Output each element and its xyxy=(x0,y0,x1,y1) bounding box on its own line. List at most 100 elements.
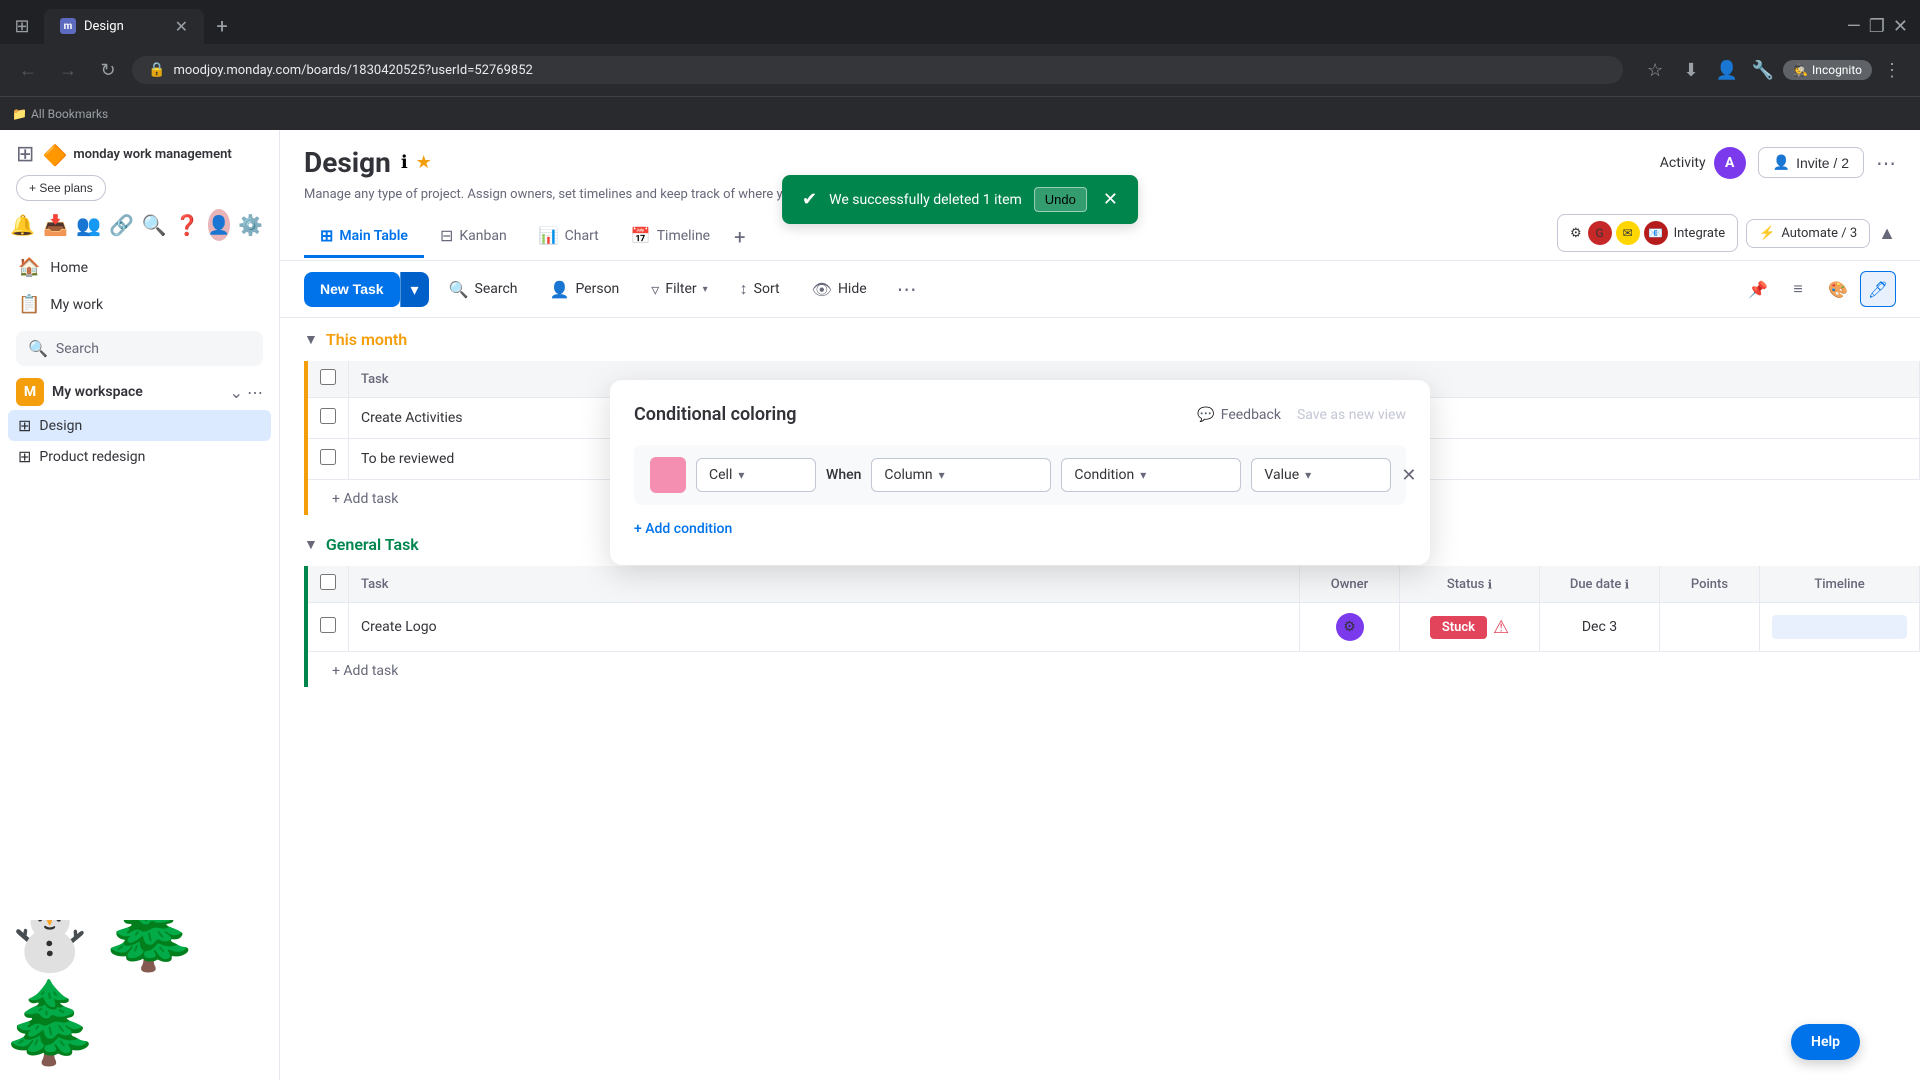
help-btn[interactable]: Help xyxy=(1791,1024,1860,1060)
new-task-btn[interactable]: New Task xyxy=(304,272,400,307)
row-checkbox[interactable] xyxy=(320,408,336,424)
global-search-btn[interactable]: 🔍 xyxy=(142,213,167,237)
workspace-expand-btn[interactable]: ⌄ xyxy=(230,383,243,402)
search-toolbar-btn[interactable]: 🔍 Search xyxy=(437,274,530,305)
bookmark-star-btn[interactable]: ☆ xyxy=(1639,54,1671,86)
home-nav[interactable]: 🏠 Home xyxy=(8,249,271,286)
status-badge-stuck[interactable]: Stuck xyxy=(1430,616,1487,639)
status-info-icon: ℹ xyxy=(1488,577,1493,591)
collapse-view-btn[interactable]: ▲ xyxy=(1878,223,1896,244)
new-task-dropdown-btn[interactable]: ▾ xyxy=(400,272,429,307)
tab-main-table[interactable]: ⊞ Main Table xyxy=(304,216,424,258)
integrate-icon: ⚙ xyxy=(1570,226,1582,241)
value-select[interactable]: Value ▾ xyxy=(1251,458,1391,492)
due-date-cell[interactable]: Dec 3 xyxy=(1540,603,1660,652)
col-due-date-gt: Due date ℹ xyxy=(1540,566,1660,603)
workspace-header[interactable]: M My workspace ⌄ ⋯ xyxy=(8,374,271,410)
settings-btn[interactable]: ⚙️ xyxy=(238,213,263,237)
automate-icon: ⚡ xyxy=(1759,226,1775,241)
group-collapse-arrow-2[interactable]: ▼ xyxy=(304,536,318,553)
integrations-btn[interactable]: 🔗 xyxy=(109,213,134,237)
person-filter-btn[interactable]: 👤 Person xyxy=(538,274,632,305)
col-timeline-gt: Timeline xyxy=(1760,566,1920,603)
feedback-btn[interactable]: 💬 Feedback xyxy=(1197,407,1281,423)
activity-section[interactable]: Activity A xyxy=(1660,147,1746,179)
see-plans-btn[interactable]: + See plans xyxy=(16,175,106,201)
gt-row-checkbox[interactable] xyxy=(320,617,336,633)
download-btn[interactable]: ⬇ xyxy=(1675,54,1707,86)
forward-btn[interactable]: → xyxy=(52,54,84,86)
user-avatar[interactable]: 👤 xyxy=(208,209,230,241)
cell-dropdown-arrow: ▾ xyxy=(738,468,744,482)
add-task-btn-this-month[interactable]: + Add task xyxy=(332,491,398,507)
design-tab[interactable]: m Design ✕ xyxy=(44,9,204,44)
this-month-group-header[interactable]: ▼ This month xyxy=(280,318,1920,361)
sort-rows-btn[interactable]: ≡ xyxy=(1780,271,1816,307)
email-icon-3: 📧 xyxy=(1644,221,1668,245)
new-tab-btn[interactable]: + xyxy=(208,12,236,40)
tab-chart[interactable]: 📊 Chart xyxy=(523,216,615,258)
row-checkbox-2[interactable] xyxy=(320,449,336,465)
browser-menu-btn[interactable]: ⋮ xyxy=(1876,54,1908,86)
tab-timeline[interactable]: 📅 Timeline xyxy=(615,216,726,258)
hide-btn[interactable]: 👁 Hide xyxy=(800,274,879,305)
favorite-star-icon[interactable]: ★ xyxy=(416,152,432,173)
url-text: moodjoy.monday.com/boards/1830420525?use… xyxy=(173,63,532,78)
bookmarks-item[interactable]: 📁 All Bookmarks xyxy=(12,107,108,121)
points-cell[interactable] xyxy=(1660,603,1760,652)
add-condition-btn[interactable]: + Add condition xyxy=(634,517,1406,541)
more-actions-btn[interactable]: ⋯ xyxy=(1876,151,1896,175)
profile-btn[interactable]: 👤 xyxy=(1711,54,1743,86)
color-fill-btn[interactable]: 🎨 xyxy=(1820,271,1856,307)
pin-view-btn[interactable]: 📌 xyxy=(1740,271,1776,307)
gt-task-name[interactable]: Create Logo xyxy=(349,603,1300,652)
conditional-color-btn[interactable]: 🖊 xyxy=(1860,271,1896,307)
main-content: Design ℹ ★ Activity A 👤 In xyxy=(280,130,1920,1080)
owner-avatar: ⚙ xyxy=(1336,613,1364,641)
col-status-gt: Status ℹ xyxy=(1400,566,1540,603)
cell-select[interactable]: Cell ▾ xyxy=(696,458,816,492)
restore-btn[interactable]: ❐ xyxy=(1869,16,1885,37)
invite-btn[interactable]: 👤 Invite / 2 xyxy=(1758,147,1864,178)
save-as-new-view-btn[interactable]: Save as new view xyxy=(1297,407,1406,423)
more-toolbar-btn[interactable]: ⋯ xyxy=(887,271,927,307)
workspace-more-btn[interactable]: ⋯ xyxy=(247,383,263,402)
due-date-info-icon: ℹ xyxy=(1625,577,1630,591)
toast-undo-btn[interactable]: Undo xyxy=(1034,187,1087,212)
help-top-btn[interactable]: ❓ xyxy=(175,213,200,237)
column-select[interactable]: Column ▾ xyxy=(871,458,1051,492)
info-icon[interactable]: ℹ xyxy=(401,152,408,173)
remove-condition-btn[interactable]: ✕ xyxy=(1401,465,1416,486)
conditional-coloring-panel: Conditional coloring 💬 Feedback Save as … xyxy=(610,380,1430,565)
address-bar[interactable]: 🔒 moodjoy.monday.com/boards/1830420525?u… xyxy=(132,56,1623,84)
sidebar-item-product-redesign[interactable]: ⊞ Product redesign xyxy=(8,441,271,472)
group-collapse-arrow[interactable]: ▼ xyxy=(304,331,318,348)
extensions-btn[interactable]: 🔧 xyxy=(1747,54,1779,86)
sort-btn[interactable]: ↕ Sort xyxy=(728,273,792,305)
color-swatch[interactable] xyxy=(650,457,686,493)
people-btn[interactable]: 👥 xyxy=(76,213,101,237)
tab-list-btn[interactable]: ⊞ xyxy=(8,12,36,40)
add-view-btn[interactable]: + xyxy=(726,217,753,257)
toast-close-btn[interactable]: ✕ xyxy=(1103,189,1118,210)
my-work-nav[interactable]: 📋 My work xyxy=(8,286,271,323)
timeline-cell[interactable] xyxy=(1760,603,1920,652)
back-btn[interactable]: ← xyxy=(12,54,44,86)
inbox-btn[interactable]: 📥 xyxy=(43,213,68,237)
minimize-btn[interactable]: — xyxy=(1847,16,1861,37)
integrate-btn[interactable]: ⚙ G ✉ 📧 Integrate xyxy=(1557,214,1738,252)
sidebar-item-design[interactable]: ⊞ Design xyxy=(8,410,271,441)
tab-close-btn[interactable]: ✕ xyxy=(175,17,188,36)
select-all-checkbox[interactable] xyxy=(320,369,336,385)
condition-select[interactable]: Condition ▾ xyxy=(1061,458,1241,492)
refresh-btn[interactable]: ↻ xyxy=(92,54,124,86)
notification-btn[interactable]: 🔔 xyxy=(10,213,35,237)
tab-kanban[interactable]: ⊟ Kanban xyxy=(424,216,523,258)
apps-grid-btn[interactable]: ⊞ xyxy=(16,142,34,167)
automate-btn[interactable]: ⚡ Automate / 3 xyxy=(1746,219,1870,248)
close-window-btn[interactable]: ✕ xyxy=(1893,16,1908,37)
filter-btn[interactable]: ▿ Filter ▾ xyxy=(639,274,719,305)
gt-select-all[interactable] xyxy=(320,574,336,590)
add-task-btn-general[interactable]: + Add task xyxy=(332,663,398,679)
sidebar-search-input[interactable]: 🔍 Search xyxy=(16,331,263,366)
